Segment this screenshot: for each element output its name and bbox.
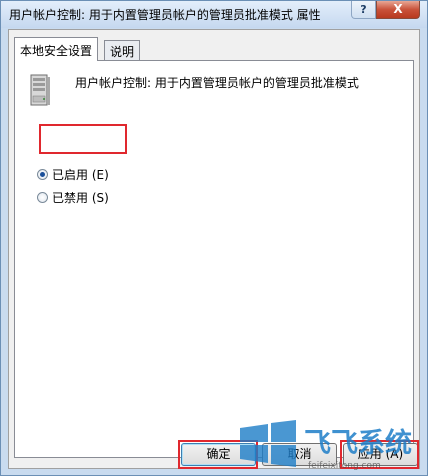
enabled-highlight-box <box>39 124 127 154</box>
ok-highlight-box <box>178 440 258 469</box>
tab-panel: 用户帐户控制: 用于内置管理员帐户的管理员批准模式 已启用 (E) 已禁用 (S… <box>14 60 414 458</box>
enabled-option[interactable]: 已启用 (E) <box>37 165 109 183</box>
properties-dialog: 用户帐户控制: 用于内置管理员帐户的管理员批准模式 属性 ? X 本地安全设置 … <box>0 0 428 476</box>
window-title: 用户帐户控制: 用于内置管理员帐户的管理员批准模式 属性 <box>9 8 321 22</box>
enabled-label: 已启用 (E) <box>52 167 109 182</box>
tab-local-security-setting[interactable]: 本地安全设置 <box>14 37 99 61</box>
server-policy-icon <box>30 74 50 106</box>
policy-title: 用户帐户控制: 用于内置管理员帐户的管理员批准模式 <box>75 76 359 90</box>
title-bar[interactable]: 用户帐户控制: 用于内置管理员帐户的管理员批准模式 属性 ? X <box>1 1 427 28</box>
help-button[interactable]: ? <box>351 1 376 19</box>
cancel-button[interactable]: 取消 <box>262 443 337 466</box>
disabled-radio[interactable] <box>37 191 48 203</box>
disabled-option[interactable]: 已禁用 (S) <box>37 188 109 206</box>
dialog-client-area: 本地安全设置 说明 用户帐户控制: 用于内置管理员帐户的管理员批准模式 已启用 … <box>8 29 420 469</box>
close-button[interactable]: X <box>376 1 420 19</box>
disabled-label: 已禁用 (S) <box>52 190 109 205</box>
tab-explain[interactable]: 说明 <box>104 40 141 60</box>
apply-highlight-box <box>340 440 419 469</box>
enabled-radio[interactable] <box>37 168 48 180</box>
